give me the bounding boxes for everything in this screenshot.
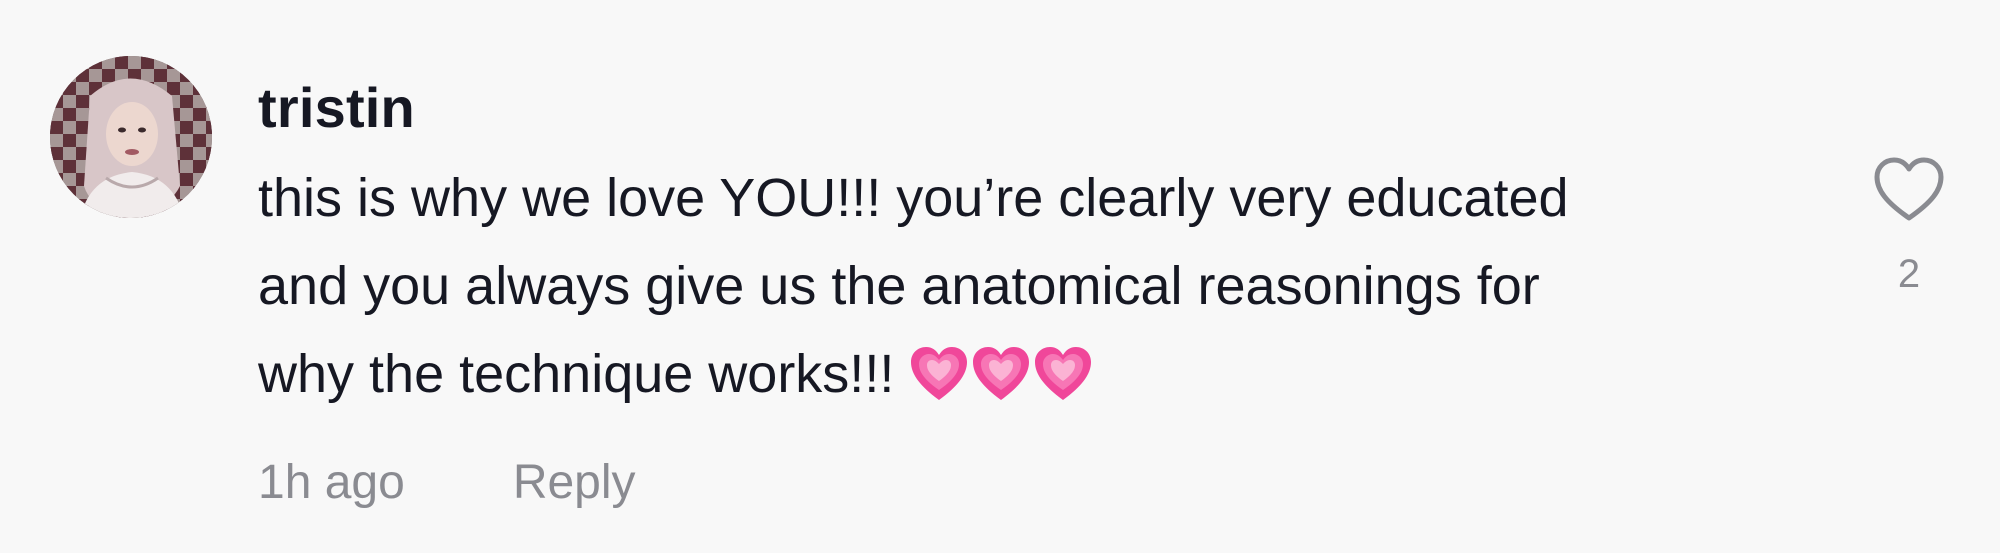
growing-heart-icon <box>911 347 968 400</box>
heart-outline-icon[interactable] <box>1872 156 1946 224</box>
comment-meta: 1h ago Reply <box>258 448 636 518</box>
comment-text-line: and you always give us the anatomical re… <box>258 256 1540 316</box>
comment-timestamp: 1h ago <box>258 456 405 509</box>
comment-text-line: this is why we love YOU!!! you’re clearl… <box>258 168 1569 228</box>
avatar-image <box>50 56 212 218</box>
reply-button[interactable]: Reply <box>513 456 636 509</box>
comment-body: tristin this is why we love YOU!!! you’r… <box>258 70 1818 418</box>
comment-text-line: why the technique works!!! <box>258 344 895 404</box>
comment-text-line-last: why the technique works!!! <box>258 330 1818 418</box>
comment-username[interactable]: tristin <box>258 70 1818 146</box>
growing-heart-icon <box>1035 347 1092 400</box>
comment-item: tristin this is why we love YOU!!! you’r… <box>0 0 2000 553</box>
avatar[interactable] <box>50 56 212 218</box>
growing-heart-icon <box>973 347 1030 400</box>
like-count: 2 <box>1897 252 1921 296</box>
like-section: 2 <box>1866 156 1952 298</box>
comment-text: this is why we love YOU!!! you’re clearl… <box>258 154 1818 418</box>
